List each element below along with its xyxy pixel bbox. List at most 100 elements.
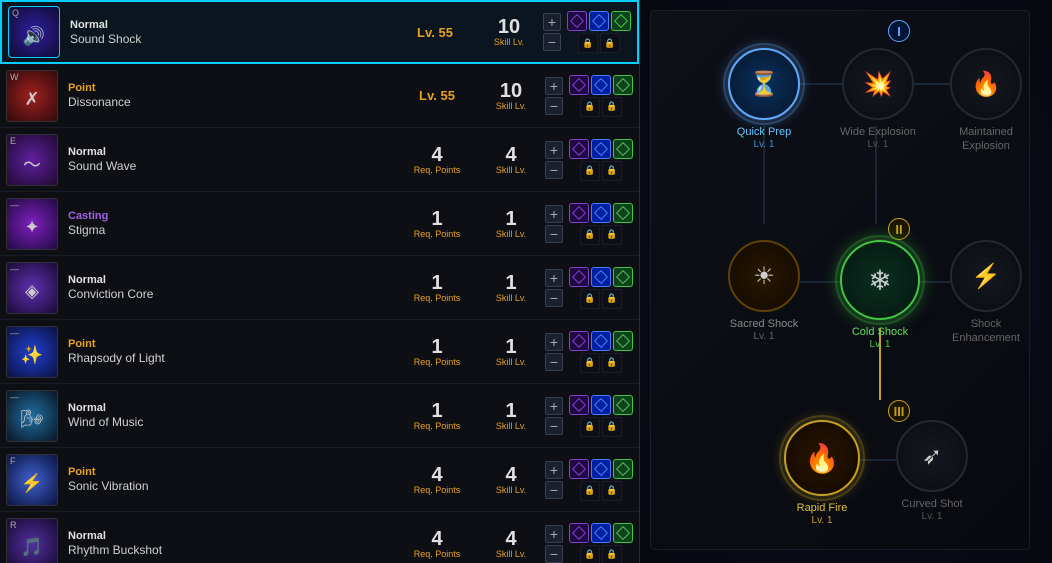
skill-level-down-button[interactable]: −: [545, 225, 563, 243]
skill-level-up-button[interactable]: +: [545, 397, 563, 415]
gem-slot-top-0[interactable]: [569, 459, 589, 479]
tree-node-quick-prep[interactable]: ⏳Quick PrepLv. 1: [728, 48, 800, 150]
gem-slot-top-0[interactable]: [569, 75, 589, 95]
skill-level-down-button[interactable]: −: [545, 481, 563, 499]
gem-slot-top-0[interactable]: [569, 331, 589, 351]
gem-slot-bot-0[interactable]: 🔒: [580, 545, 600, 563]
gem-slot-bot-1[interactable]: 🔒: [602, 225, 622, 245]
skill-level-down-button[interactable]: −: [545, 353, 563, 371]
skill-info: NormalSound Shock: [60, 19, 395, 46]
gem-slot-top-1[interactable]: [591, 75, 611, 95]
skill-row-rhythm-buckshot[interactable]: R🎵NormalRhythm Buckshot4Req. Points4Skil…: [0, 512, 639, 563]
gem-slot-top-1[interactable]: [591, 331, 611, 351]
skill-row-stigma[interactable]: —✦CastingStigma1Req. Points1Skill Lv.+−🔒…: [0, 192, 639, 256]
gem-slot-top-2[interactable]: [613, 139, 633, 159]
skill-level-area: 1Skill Lv.: [481, 401, 541, 431]
skill-name-label: Stigma: [68, 223, 397, 237]
skill-level-up-button[interactable]: +: [545, 205, 563, 223]
gem-slot-bot-0[interactable]: 🔒: [580, 225, 600, 245]
skill-row-sound-wave[interactable]: E〜NormalSound Wave4Req. Points4Skill Lv.…: [0, 128, 639, 192]
skill-points-area: Lv. 55: [395, 26, 475, 39]
node-label-quick-prep: Quick Prep: [737, 125, 791, 139]
skill-row-dissonance[interactable]: W✗PointDissonanceLv. 5510Skill Lv.+−🔒🔒: [0, 64, 639, 128]
skill-level-down-button[interactable]: −: [545, 97, 563, 115]
node-label-shock-enhancement: Shock Enhancement: [952, 317, 1020, 346]
tree-node-wide-explosion[interactable]: 💥Wide ExplosionLv. 1: [840, 48, 916, 150]
gem-slot-top-1[interactable]: [591, 459, 611, 479]
gem-slot-bot-0[interactable]: 🔒: [580, 289, 600, 309]
skill-points-value: 4: [431, 465, 442, 485]
gem-slot-top-2[interactable]: [613, 267, 633, 287]
skill-info: NormalWind of Music: [58, 402, 397, 429]
tree-node-cold-shock[interactable]: ❄Cold ShockLv. 1: [840, 240, 920, 350]
gem-slot-bot-0[interactable]: 🔒: [580, 97, 600, 117]
gem-slot-bot-1[interactable]: 🔒: [602, 545, 622, 563]
gem-slot-top-2[interactable]: [613, 523, 633, 543]
skill-level-up-button[interactable]: +: [545, 141, 563, 159]
gem-slot-bot-1[interactable]: 🔒: [602, 417, 622, 437]
gem-slot-top-0[interactable]: [569, 139, 589, 159]
skill-level-down-button[interactable]: −: [543, 33, 561, 51]
gem-slot-top-2[interactable]: [613, 459, 633, 479]
gem-slot-top-2[interactable]: [613, 331, 633, 351]
skill-level-up-button[interactable]: +: [545, 333, 563, 351]
tree-node-curved-shot[interactable]: ➶Curved ShotLv. 1: [896, 420, 968, 522]
skill-row-sound-shock[interactable]: Q🔊NormalSound ShockLv. 5510Skill Lv.+−🔒🔒: [0, 0, 639, 64]
skill-name-label: Rhythm Buckshot: [68, 543, 397, 557]
skill-icon-sonic-vibration: F⚡: [6, 454, 58, 506]
tree-node-maintained-explosion[interactable]: 🔥Maintained Explosion: [950, 48, 1022, 154]
tree-node-shock-enhancement[interactable]: ⚡Shock Enhancement: [950, 240, 1022, 346]
skill-row-wind-of-music[interactable]: —🌬NormalWind of Music1Req. Points1Skill …: [0, 384, 639, 448]
gem-slot-top-1[interactable]: [591, 139, 611, 159]
tree-node-rapid-fire[interactable]: 🔥Rapid FireLv. 1: [784, 420, 860, 526]
gem-slot-bot-0[interactable]: 🔒: [580, 353, 600, 373]
gem-slot-top-1[interactable]: [591, 267, 611, 287]
skill-row-conviction-core[interactable]: —◈NormalConviction Core1Req. Points1Skil…: [0, 256, 639, 320]
skill-info: CastingStigma: [58, 210, 397, 237]
gem-slot-top-1[interactable]: [591, 203, 611, 223]
gem-slot-bot-0[interactable]: 🔒: [580, 417, 600, 437]
skill-points-area: 1Req. Points: [397, 401, 477, 431]
gem-slot-bot-1[interactable]: 🔒: [602, 97, 622, 117]
node-sublabel-wide-explosion: Lv. 1: [867, 139, 888, 150]
gem-slot-bot-0[interactable]: 🔒: [578, 33, 598, 53]
skill-level-area: 1Skill Lv.: [481, 209, 541, 239]
skill-level-up-button[interactable]: +: [545, 269, 563, 287]
gem-slot-top-1[interactable]: [589, 11, 609, 31]
gem-slot-top-0[interactable]: [567, 11, 587, 31]
tree-node-sacred-shock[interactable]: ☀Sacred ShockLv. 1: [728, 240, 800, 342]
skill-row-rhapsody-of-light[interactable]: —✨PointRhapsody of Light1Req. Points1Ski…: [0, 320, 639, 384]
skill-level-down-button[interactable]: −: [545, 161, 563, 179]
gem-slot-top-2[interactable]: [613, 203, 633, 223]
gem-slot-top-1[interactable]: [591, 523, 611, 543]
skill-icon-stigma: —✦: [6, 198, 58, 250]
gem-slot-bot-0[interactable]: 🔒: [580, 481, 600, 501]
skill-row-sonic-vibration[interactable]: F⚡PointSonic Vibration4Req. Points4Skill…: [0, 448, 639, 512]
gem-slot-bot-0[interactable]: 🔒: [580, 161, 600, 181]
skill-level-up-button[interactable]: +: [545, 77, 563, 95]
gem-slot-top-0[interactable]: [569, 203, 589, 223]
gem-slot-top-2[interactable]: [613, 395, 633, 415]
skill-level-area: 10Skill Lv.: [481, 81, 541, 111]
gem-slot-top-2[interactable]: [613, 75, 633, 95]
skill-name-label: Conviction Core: [68, 287, 397, 301]
skill-controls: +−: [545, 397, 563, 435]
gem-slot-bot-1[interactable]: 🔒: [602, 161, 622, 181]
skill-level-down-button[interactable]: −: [545, 545, 563, 563]
skill-level-down-button[interactable]: −: [545, 417, 563, 435]
skill-icon-sound-wave: E〜: [6, 134, 58, 186]
skill-level-up-button[interactable]: +: [545, 461, 563, 479]
gem-slot-bot-1[interactable]: 🔒: [600, 33, 620, 53]
skill-level-value: 1: [505, 337, 516, 357]
skill-level-down-button[interactable]: −: [545, 289, 563, 307]
gem-slot-bot-1[interactable]: 🔒: [602, 481, 622, 501]
gem-slot-top-1[interactable]: [591, 395, 611, 415]
gem-slot-bot-1[interactable]: 🔒: [602, 353, 622, 373]
skill-level-up-button[interactable]: +: [545, 525, 563, 543]
gem-slot-top-0[interactable]: [569, 523, 589, 543]
gem-slot-bot-1[interactable]: 🔒: [602, 289, 622, 309]
gem-slot-top-0[interactable]: [569, 395, 589, 415]
gem-slot-top-0[interactable]: [569, 267, 589, 287]
gem-slot-top-2[interactable]: [611, 11, 631, 31]
skill-level-up-button[interactable]: +: [543, 13, 561, 31]
